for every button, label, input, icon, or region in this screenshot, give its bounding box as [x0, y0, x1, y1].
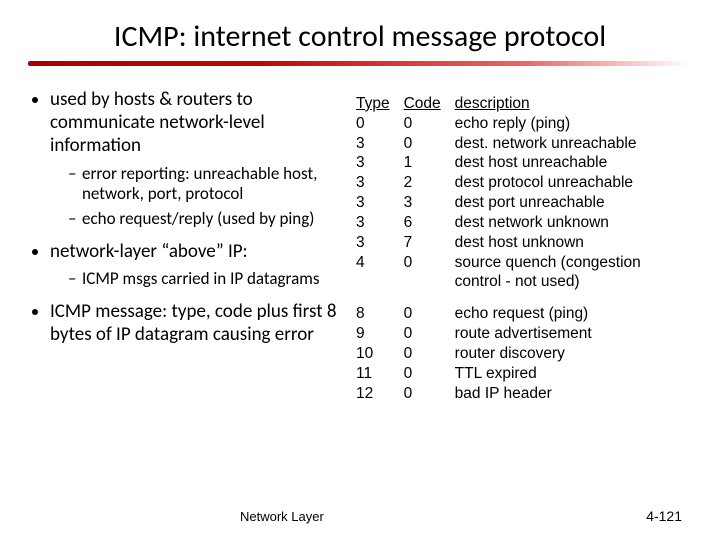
- sub-item: ICMP msgs carried in IP datagrams: [68, 269, 338, 290]
- cell-desc: source quench (congestion control - not …: [455, 253, 692, 293]
- table-header-row: Type Code description: [356, 94, 692, 114]
- table-row: 32dest protocol unreachable: [356, 173, 692, 193]
- right-column: Type Code description 00echo reply (ping…: [356, 88, 692, 403]
- col-type: Type: [356, 94, 404, 114]
- title-underline: [28, 61, 692, 66]
- cell-type: 9: [356, 324, 404, 344]
- cell-desc: bad IP header: [455, 384, 692, 404]
- table-row: 90route advertisement: [356, 324, 692, 344]
- col-desc: description: [455, 94, 692, 114]
- cell-desc: echo request (ping): [455, 292, 692, 324]
- cell-desc: router discovery: [455, 344, 692, 364]
- cell-desc: echo reply (ping): [455, 114, 692, 134]
- table-row: 100router discovery: [356, 344, 692, 364]
- cell-code: 0: [404, 364, 455, 384]
- table-row: 80echo request (ping): [356, 292, 692, 324]
- cell-code: 6: [404, 213, 455, 233]
- slide: ICMP: internet control message protocol …: [0, 0, 720, 540]
- cell-code: 2: [404, 173, 455, 193]
- sub-item: error reporting: unreachable host, netwo…: [68, 164, 338, 205]
- cell-code: 0: [404, 134, 455, 154]
- table-row: 33dest port unreachable: [356, 193, 692, 213]
- bullet-item: used by hosts & routers to communicate n…: [50, 88, 338, 230]
- cell-type: 8: [356, 292, 404, 324]
- cell-code: 0: [404, 292, 455, 324]
- cell-desc: dest network unknown: [455, 213, 692, 233]
- cell-desc: dest host unknown: [455, 233, 692, 253]
- page-title: ICMP: internet control message protocol: [114, 18, 606, 57]
- cell-code: 0: [404, 114, 455, 134]
- cell-type: 4: [356, 253, 404, 293]
- table-row: 31dest host unreachable: [356, 153, 692, 173]
- cell-type: 10: [356, 344, 404, 364]
- content-columns: used by hosts & routers to communicate n…: [28, 88, 692, 403]
- cell-desc: dest host unreachable: [455, 153, 692, 173]
- table-row: 36dest network unknown: [356, 213, 692, 233]
- cell-type: 0: [356, 114, 404, 134]
- cell-code: 0: [404, 384, 455, 404]
- bullet-text-post: IP:: [224, 240, 248, 263]
- cell-code: 0: [404, 253, 455, 293]
- table-row: 00echo reply (ping): [356, 114, 692, 134]
- table-row: 30dest. network unreachable: [356, 134, 692, 154]
- icmp-table: Type Code description 00echo reply (ping…: [356, 94, 692, 403]
- bullet-text: used by hosts & routers to communicate n…: [50, 88, 265, 157]
- sub-list: ICMP msgs carried in IP datagrams: [50, 269, 338, 290]
- table-row: 37dest host unknown: [356, 233, 692, 253]
- footer-left: Network Layer: [240, 509, 324, 524]
- table-row: 110TTL expired: [356, 364, 692, 384]
- bullet-text-quote: “above”: [161, 240, 223, 263]
- sub-list: error reporting: unreachable host, netwo…: [50, 164, 338, 230]
- cell-type: 11: [356, 364, 404, 384]
- cell-type: 3: [356, 193, 404, 213]
- cell-type: 3: [356, 153, 404, 173]
- cell-type: 3: [356, 233, 404, 253]
- cell-desc: TTL expired: [455, 364, 692, 384]
- cell-type: 3: [356, 173, 404, 193]
- cell-type: 3: [356, 134, 404, 154]
- bullet-text-lead: ICMP message:: [50, 300, 167, 323]
- cell-code: 7: [404, 233, 455, 253]
- cell-code: 0: [404, 324, 455, 344]
- left-column: used by hosts & routers to communicate n…: [28, 88, 338, 403]
- cell-desc: route advertisement: [455, 324, 692, 344]
- cell-desc: dest port unreachable: [455, 193, 692, 213]
- cell-desc: dest protocol unreachable: [455, 173, 692, 193]
- sub-item: echo request/reply (used by ping): [68, 209, 338, 230]
- cell-type: 12: [356, 384, 404, 404]
- cell-code: 0: [404, 344, 455, 364]
- cell-code: 3: [404, 193, 455, 213]
- col-code: Code: [404, 94, 455, 114]
- footer-right: 4-121: [646, 508, 682, 524]
- cell-desc: dest. network unreachable: [455, 134, 692, 154]
- bullet-text-pre: network-layer: [50, 240, 161, 263]
- cell-code: 1: [404, 153, 455, 173]
- bullet-item: ICMP message: type, code plus first 8 by…: [50, 300, 338, 346]
- table-row: 40source quench (congestion control - no…: [356, 253, 692, 293]
- bullet-item: network-layer “above” IP: ICMP msgs carr…: [50, 240, 338, 290]
- cell-type: 3: [356, 213, 404, 233]
- bullet-list: used by hosts & routers to communicate n…: [28, 88, 338, 346]
- table-row: 120bad IP header: [356, 384, 692, 404]
- title-block: ICMP: internet control message protocol: [28, 18, 692, 66]
